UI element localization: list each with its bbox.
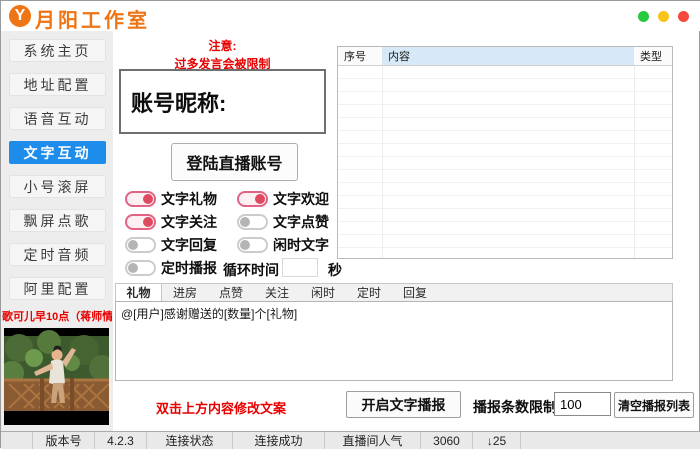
sidebar-item-ali-config[interactable]: 阿里配置 [9,277,106,300]
column-divider [382,66,383,258]
window-controls [638,11,689,22]
tab-gift[interactable]: 礼物 [116,284,162,301]
toggle-knob [128,263,138,273]
title-bar: Y 月阳工作室 [1,1,700,31]
app-title: 月阳工作室 [35,4,150,33]
text-gift-toggle[interactable] [125,191,156,207]
toggle-knob [240,217,250,227]
tab-idle[interactable]: 闲时 [300,284,346,301]
toggle-row: 文字回复 [125,236,217,253]
timed-broadcast-toggle[interactable] [125,260,156,276]
table-header: 序号 内容 类型 [338,47,672,66]
status-bar: 版本号 4.2.3 连接状态 连接成功 直播间人气 3060 ↓25 [1,431,700,449]
toggle-knob [240,240,250,250]
column-header-index[interactable]: 序号 [338,47,382,65]
text-gift-label: 文字礼物 [161,189,217,209]
sidebar: 系统主页 地址配置 语音互动 文字互动 小号滚屏 飘屏点歌 定时音频 阿里配置 … [1,31,113,431]
video-thumbnail [4,328,109,425]
toggle-row: 文字礼物 [125,190,217,207]
text-follow-label: 文字关注 [161,212,217,232]
edit-hint-text: 双击上方内容修改文案 [156,398,286,417]
loop-time-input[interactable] [282,258,318,277]
popularity-delta: ↓25 [473,432,521,449]
popularity-value: 3060 [421,432,473,449]
sidebar-item-address-config[interactable]: 地址配置 [9,73,106,96]
text-welcome-label: 文字欢迎 [273,189,329,209]
sidebar-item-timed-audio[interactable]: 定时音频 [9,243,106,266]
broadcast-table[interactable]: 序号 内容 类型 [337,46,673,259]
connection-label: 连接状态 [147,432,233,449]
text-reply-label: 文字回复 [161,235,217,255]
clear-broadcast-list-button[interactable]: 清空播报列表 [614,392,694,418]
toggle-knob [143,194,153,204]
sidebar-item-voice-interact[interactable]: 语音互动 [9,107,106,130]
toggle-knob [128,240,138,250]
start-text-broadcast-button[interactable]: 开启文字播报 [346,391,461,418]
template-tabs: 礼物 进房 点赞 关注 闲时 定时 回复 [115,283,673,301]
sidebar-item-alt-scroll[interactable]: 小号滚屏 [9,175,106,198]
video-frame [4,328,109,425]
close-button[interactable] [678,11,689,22]
text-welcome-toggle[interactable] [237,191,268,207]
text-follow-toggle[interactable] [125,214,156,230]
version-value: 4.2.3 [95,432,147,449]
text-reply-toggle[interactable] [125,237,156,253]
broadcast-limit-label: 播报条数限制 [473,397,557,417]
minimize-button[interactable] [638,11,649,22]
tab-like[interactable]: 点赞 [208,284,254,301]
text-like-label: 文字点赞 [273,212,329,232]
sidebar-notice-text: 歌可儿早10点（蒋师情感小 [2,308,112,324]
template-text-area[interactable]: @[用户]感谢赠送的[数量]个[礼物] [115,301,673,381]
login-live-account-button[interactable]: 登陆直播账号 [171,143,298,181]
column-header-type[interactable]: 类型 [634,47,672,65]
column-divider [634,66,635,258]
warning-title: 注意: [119,37,326,54]
toggle-knob [143,217,153,227]
tab-follow[interactable]: 关注 [254,284,300,301]
tab-timed[interactable]: 定时 [346,284,392,301]
tab-enter[interactable]: 进房 [162,284,208,301]
idle-text-label: 闲时文字 [273,235,329,255]
tab-reply[interactable]: 回复 [392,284,438,301]
text-like-toggle[interactable] [237,214,268,230]
loop-time-label: 循环时间 [223,260,279,280]
maximize-button[interactable] [658,11,669,22]
app-logo-icon: Y [9,5,31,27]
toggle-knob [255,194,265,204]
connection-status: 连接成功 [233,432,325,449]
popularity-label: 直播间人气 [325,432,421,449]
version-label: 版本号 [33,432,95,449]
toggle-row: 文字关注 [125,213,217,230]
timed-broadcast-label: 定时播报 [161,258,217,278]
template-text: @[用户]感谢赠送的[数量]个[礼物] [121,307,297,321]
column-header-content[interactable]: 内容 [382,47,634,65]
toggle-row: 定时播报 [125,259,217,276]
sidebar-item-text-interact[interactable]: 文字互动 [9,141,106,164]
broadcast-limit-input[interactable] [554,392,611,416]
idle-text-toggle[interactable] [237,237,268,253]
toggle-row: 文字点赞 [237,213,329,230]
toggle-row: 闲时文字 [237,236,329,253]
app-window: { "window": { "title": "月阳工作室", "logo_le… [0,0,700,448]
account-nickname-box: 账号昵称: [119,69,326,134]
sidebar-item-float-song[interactable]: 飘屏点歌 [9,209,106,232]
sidebar-item-system-home[interactable]: 系统主页 [9,39,106,62]
account-nickname-label: 账号昵称: [131,86,226,118]
toggle-row: 文字欢迎 [237,190,329,207]
status-empty-cell [1,432,33,449]
loop-unit-label: 秒 [328,260,342,280]
